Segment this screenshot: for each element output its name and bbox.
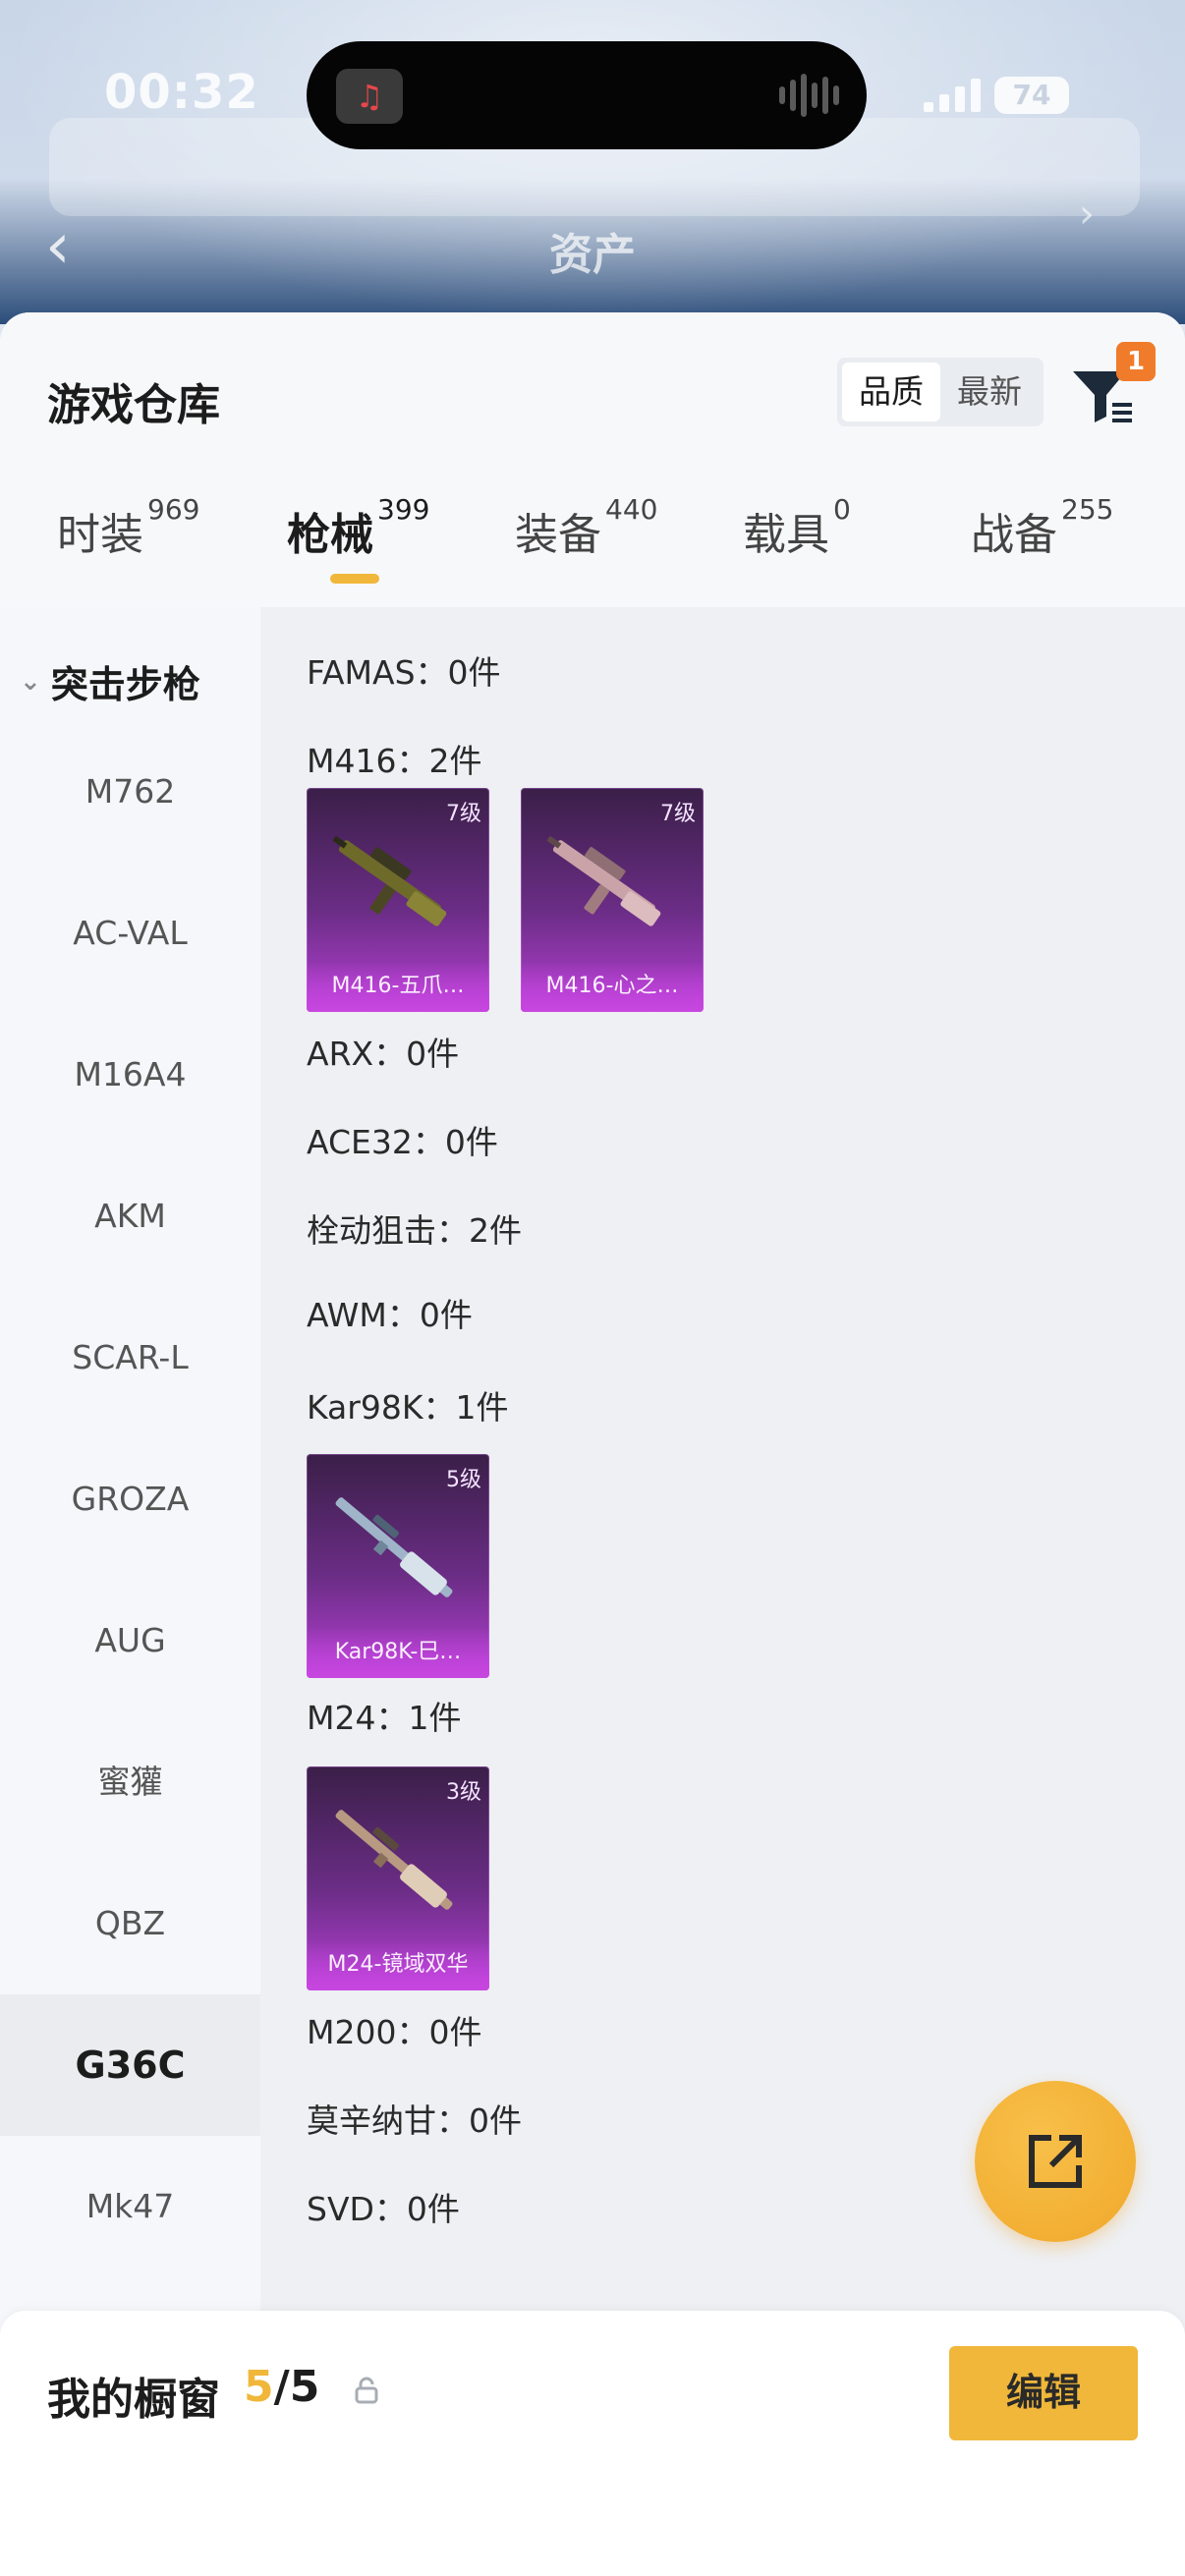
showcase-separator: / [273,2362,290,2412]
showcase-count: 5/5 [244,2362,319,2412]
sidebar-item-honey-badger[interactable]: 蜜獾 [0,1711,260,1853]
section-label-awm: AWM：0件 [307,1296,473,1334]
sidebar-item-groza[interactable]: GROZA [0,1428,260,1570]
signal-icon [924,79,983,112]
audio-wave-icon [779,73,839,118]
active-tab-indicator [330,574,379,584]
tab-label: 枪械 [287,510,373,560]
showcase-current: 5 [244,2362,274,2412]
skin-card[interactable]: 7级 M416-心之… [521,788,704,1012]
sidebar-item-scar-l[interactable]: SCAR-L [0,1287,260,1428]
sidebar-item-aug[interactable]: AUG [0,1570,260,1711]
rifle-icon [335,1810,453,1910]
status-time: 00:32 [104,65,259,120]
sort-quality-option[interactable]: 品质 [842,363,940,421]
weapon-type-sidebar: ⌄ 突击步枪 M762 AC-VAL M16A4 AKM SCAR-L GROZ… [0,607,260,2576]
music-icon: ♫ [336,69,403,124]
tab-firearms[interactable]: 枪械399 [287,493,429,597]
showcase-title: 我的橱窗 [47,2375,220,2425]
sidebar-item-qbz[interactable]: QBZ [0,1853,260,1994]
tab-label: 装备 [515,510,601,560]
skin-card[interactable]: 7级 M416-五爪… [307,788,489,1012]
skin-name: Kar98K-巳… [307,1627,489,1678]
lock-icon [355,2377,378,2404]
skin-name: M416-五爪… [307,961,489,1012]
chevron-right-icon: › [1079,192,1095,237]
tab-label: 时装 [57,510,143,560]
sidebar-group-assault-rifles[interactable]: ⌄ 突击步枪 [20,654,200,708]
sheet-header: 游戏仓库 品质 最新 1 时装969 枪械399 装备440 载具0 战备255 [0,312,1185,607]
share-button[interactable] [975,2081,1136,2242]
tab-count: 255 [1061,493,1114,526]
tab-label: 战备 [971,510,1057,560]
weapon-list: FAMAS：0件 M416：2件 7级 M416-五爪… 7级 M416-心之…… [260,607,1185,2576]
background-title: 资产 [549,230,636,280]
section-label-famas: FAMAS：0件 [307,653,501,692]
sidebar-item-m16a4[interactable]: M16A4 [0,1004,260,1146]
edit-button[interactable]: 编辑 [949,2346,1138,2440]
sidebar-item-akm[interactable]: AKM [0,1146,260,1287]
section-label-m200: M200：0件 [307,2013,482,2051]
skin-card[interactable]: 3级 M24-镜域双华 [307,1766,489,1990]
skin-card[interactable]: 5级 Kar98K-巳… [307,1454,489,1678]
skin-grade: 3级 [446,1780,481,1805]
section-label-svd: SVD：0件 [307,2190,460,2228]
tab-count: 969 [147,493,200,526]
rifle-icon [332,835,447,926]
background-nav: ‹ 资产 › [0,192,1185,290]
sidebar-item-mk47[interactable]: Mk47 [0,2136,260,2277]
sort-toggle: 品质 最新 [837,358,1044,426]
tab-count: 440 [605,493,658,526]
warehouse-sheet: 游戏仓库 品质 最新 1 时装969 枪械399 装备440 载具0 战备255… [0,312,1185,2576]
sidebar-group-label: 突击步枪 [50,663,200,706]
background-header: 00:32 ♫ 74 ‹ 资产 › [0,0,1185,324]
section-label-m24: M24：1件 [307,1699,462,1737]
rifle-icon [546,835,661,926]
skin-grade: 5级 [446,1468,481,1492]
rifle-icon [335,1497,453,1597]
skin-grade: 7级 [446,802,481,826]
tab-fashion[interactable]: 时装969 [57,493,199,597]
section-label-bolt-action: 栓动狙击：2件 [307,1211,522,1250]
tab-equipment[interactable]: 装备440 [515,493,657,597]
skin-name: M24-镜域双华 [307,1939,489,1990]
section-label-m416: M416：2件 [307,742,482,780]
share-icon [1029,2135,1082,2188]
battery-indicator: 74 [994,77,1069,114]
section-label-kar98k: Kar98K：1件 [307,1388,509,1427]
dynamic-island: ♫ [307,41,867,149]
showcase-total: 5 [289,2362,320,2412]
skin-name: M416-心之… [521,961,704,1012]
chevron-down-icon: ⌄ [20,666,41,697]
tab-label: 载具 [743,510,829,560]
category-tabs: 时装969 枪械399 装备440 载具0 战备255 [0,493,1185,607]
skin-grade: 7级 [660,802,696,826]
sort-latest-option[interactable]: 最新 [940,363,1039,421]
section-label-ace32: ACE32：0件 [307,1123,498,1161]
tab-supplies[interactable]: 战备255 [971,493,1113,597]
filter-badge: 1 [1116,342,1156,381]
sidebar-item-g36c[interactable]: G36C [0,1994,260,2136]
page-title: 游戏仓库 [47,380,220,430]
showcase-bar: 我的橱窗 5/5 编辑 [0,2311,1185,2576]
section-label-arx: ARX：0件 [307,1035,460,1073]
section-label-mosin-nagant: 莫辛纳甘：0件 [307,2101,522,2140]
tab-count: 0 [833,493,851,526]
tab-vehicles[interactable]: 载具0 [743,493,851,597]
sidebar-item-ac-val[interactable]: AC-VAL [0,863,260,1004]
sidebar-item-m762[interactable]: M762 [0,721,260,863]
tab-count: 399 [377,493,430,526]
